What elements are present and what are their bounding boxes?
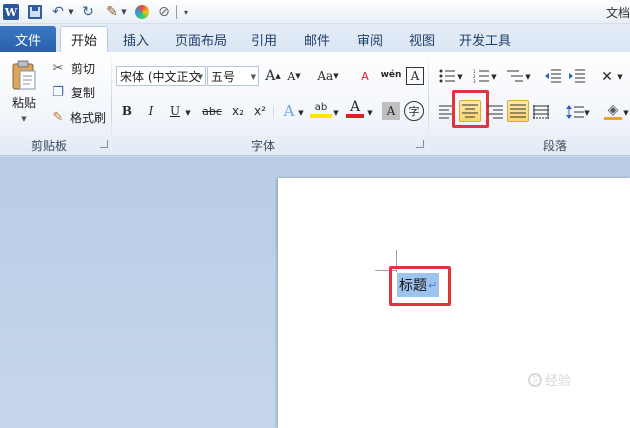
undo-dropdown-icon[interactable]: ▼ [67,3,75,21]
undo-icon[interactable]: ↶ [50,3,66,21]
tab-mailings[interactable]: 邮件 [297,26,337,52]
increase-indent-icon[interactable] [568,68,586,84]
watermark-logo-icon: S [528,372,542,387]
justify-icon [510,104,526,118]
underline-icon[interactable]: U [166,102,184,120]
tab-view[interactable]: 视图 [402,26,442,52]
scissors-icon[interactable]: ✂ [50,60,66,76]
highlight-icon[interactable]: ab [310,100,332,118]
font-size-value: 五号 [211,69,236,84]
font-launcher-icon[interactable] [416,140,424,148]
group-divider [111,58,112,154]
clear-format-icon[interactable]: A [356,67,374,85]
tab-review[interactable]: 审阅 [350,26,390,52]
tab-insert[interactable]: 插入 [116,26,156,52]
clipboard-group-label: 剪贴板 [30,138,67,153]
chevron-down-icon: ▼ [197,73,203,81]
change-case-icon[interactable]: Aa ▼ [315,67,341,85]
ribbon-tabs: 文件 开始 插入 页面布局 引用 邮件 审阅 视图 开发工具 [0,24,630,52]
svg-text:3: 3 [473,79,476,83]
font-name-dropdown[interactable]: 宋体 (中文正文 ▼ [116,66,206,86]
italic-icon[interactable]: I [142,102,160,120]
enclose-characters-icon[interactable]: 字 [404,101,424,121]
shrink-font-icon[interactable]: A ▼ [285,67,303,85]
bold-icon[interactable]: B [118,102,136,120]
font-color-dropdown-icon[interactable]: ▼ [366,104,374,122]
font-color-icon[interactable]: A [346,99,364,118]
format-painter-icon[interactable]: ✎ [50,109,66,125]
strikethrough-icon[interactable]: abc [200,102,224,120]
copy-icon[interactable]: ❐ [50,84,66,100]
save-icon[interactable] [28,5,42,19]
center-align-highlight-box [452,90,489,128]
group-divider [428,58,429,154]
shading-icon[interactable]: ◈ [604,102,622,120]
paste-icon[interactable] [8,58,40,92]
tab-file[interactable]: 文件 [0,26,56,52]
qa-divider [176,5,177,19]
document-page[interactable] [278,178,630,428]
font-name-value: 宋体 (中文正文 [120,69,201,84]
text-effect-dropdown-icon[interactable]: ▼ [297,104,305,122]
subscript-icon[interactable]: x₂ [228,102,248,120]
multilevel-dropdown-icon[interactable]: ▼ [524,68,532,86]
font-group-label: 字体 [250,138,275,153]
clipboard-launcher-icon[interactable] [100,140,108,148]
color-wheel-icon[interactable] [135,5,149,19]
align-right-icon[interactable] [485,102,505,122]
tab-page-layout[interactable]: 页面布局 [170,26,232,52]
copy-button[interactable]: 复制 [68,84,98,100]
highlight-dropdown-icon[interactable]: ▼ [332,104,340,122]
redo-icon[interactable]: ↻ [80,3,96,21]
numbering-dropdown-icon[interactable]: ▼ [490,68,498,86]
numbering-icon[interactable]: 123 [472,68,490,84]
superscript-icon[interactable]: x² [250,102,270,120]
text-effect-icon[interactable]: A [280,102,298,120]
title-bar: W ↶ ▼ ↻ ✎ ▼ ⊘ ▾ 文档 [0,0,630,24]
cut-button[interactable]: 剪切 [68,60,98,76]
font-divider [273,102,274,122]
title-highlight-box [389,266,451,306]
tab-home[interactable]: 开始 [60,26,108,52]
no-format-icon[interactable]: ⊘ [156,3,172,21]
chinese-layout-icon[interactable]: ✕ [598,68,616,86]
tab-references[interactable]: 引用 [244,26,284,52]
word-logo-icon[interactable]: W [3,4,19,20]
phonetic-guide-icon[interactable]: wén [380,66,402,84]
format-painter-button[interactable]: 格式刷 [68,109,108,125]
character-border-icon[interactable]: A [406,67,424,85]
shading-dropdown-icon[interactable]: ▼ [622,104,630,122]
bullets-icon[interactable] [438,68,456,84]
bullets-dropdown-icon[interactable]: ▼ [456,68,464,86]
line-spacing-icon[interactable] [565,102,585,122]
decrease-indent-icon[interactable] [544,68,562,84]
font-size-dropdown[interactable]: 五号 ▼ [207,66,259,86]
watermark-text: 经验 [545,374,572,389]
window-title: 文档 [605,6,630,20]
watermark: S 经验 [528,370,571,389]
customize-qa-icon[interactable]: ▾ [181,3,191,21]
line-spacing-dropdown-icon[interactable]: ▼ [583,104,591,122]
paste-button[interactable]: 粘贴 [6,94,42,110]
chinese-layout-dropdown-icon[interactable]: ▼ [616,68,624,86]
underline-dropdown-icon[interactable]: ▼ [184,104,192,122]
grow-font-icon[interactable]: A ▲ [264,67,282,85]
paste-dropdown-icon[interactable]: ▼ [18,114,30,124]
multilevel-list-icon[interactable] [506,68,524,84]
brush-dropdown-icon[interactable]: ▼ [120,3,128,21]
tab-developer[interactable]: 开发工具 [454,26,516,52]
character-shading-icon[interactable]: A [382,102,400,120]
distributed-icon[interactable] [531,102,551,122]
paragraph-group-label: 段落 [542,138,567,153]
chevron-down-icon: ▼ [250,73,256,81]
justify-button[interactable] [507,100,529,122]
ribbon: 粘贴 ▼ ✂ 剪切 ❐ 复制 ✎ 格式刷 剪贴板 宋体 (中文正文 ▼ 五号 ▼… [0,52,630,156]
format-brush-icon[interactable]: ✎ [104,3,120,21]
